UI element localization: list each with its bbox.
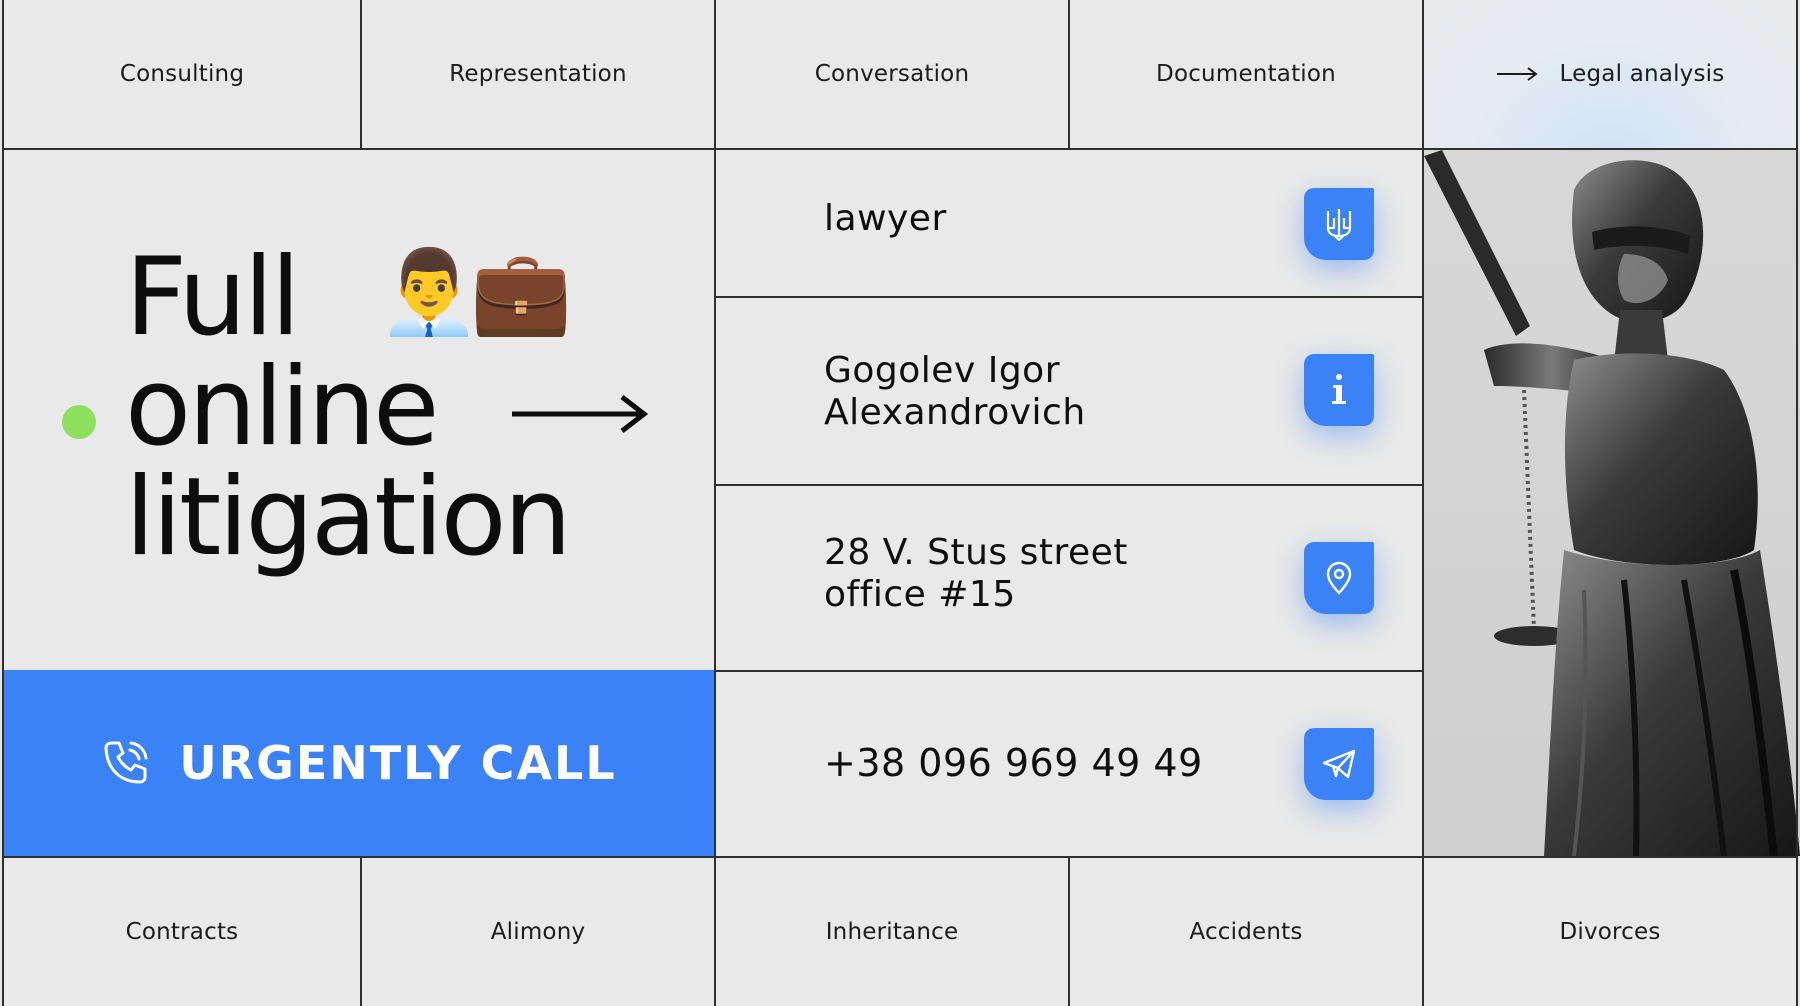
phone-icon [101,737,153,789]
lady-justice-statue-image [1424,150,1800,856]
grid-divider [360,856,362,1006]
hero-title-line-1: Full [125,235,301,360]
briefcase-emoji-icon: 💼 [470,245,573,340]
profession-text: lawyer [824,198,947,239]
grid-divider [1068,0,1070,148]
status-dot [62,405,96,439]
nav-item-label: Consulting [119,61,245,87]
nav-item-alimony[interactable]: Alimony [362,858,714,1006]
info-row-profession: lawyer [716,150,1422,296]
nav-item-label: Alimony [490,919,586,945]
grid-divider [714,296,1424,298]
grid-divider [714,670,1424,672]
nav-item-conversation[interactable]: Conversation [716,0,1068,148]
nav-item-contracts[interactable]: Contracts [4,858,360,1006]
grid-divider [714,484,1424,486]
trident-icon[interactable] [1304,188,1374,260]
urgently-call-button[interactable]: URGENTLY CALL [4,670,714,856]
grid-divider [1068,856,1070,1006]
info-row-phone: +38 096 969 49 49 [716,672,1422,856]
nav-item-legal-analysis[interactable]: Legal analysis [1424,0,1796,148]
grid-divider [2,148,1798,150]
urgently-call-label: URGENTLY CALL [179,736,617,790]
nav-item-label: Inheritance [825,919,959,945]
info-row-name: Gogolev Igor Alexandrovich [716,298,1422,484]
hero-panel: Full 👨‍💼 💼 online litigation [4,150,714,670]
address-line-1: 28 V. Stus street [824,532,1128,573]
location-pin-icon[interactable] [1304,542,1374,614]
grid-divider [2,856,1798,858]
info-icon[interactable] [1304,354,1374,426]
hero-title-line-3: litigation [125,455,572,580]
businessman-emoji-icon: 👨‍💼 [378,245,481,340]
phone-number-text: +38 096 969 49 49 [824,741,1203,785]
nav-item-label: Accidents [1189,919,1303,945]
send-icon[interactable] [1304,728,1374,800]
nav-item-documentation[interactable]: Documentation [1070,0,1422,148]
legal-services-banner: Consulting Representation Conversation D… [0,0,1800,1006]
nav-item-label: Conversation [814,61,970,87]
nav-item-label: Contracts [125,919,239,945]
grid-divider [360,0,362,148]
nav-item-label: Representation [449,61,627,87]
nav-item-divorces[interactable]: Divorces [1424,858,1796,1006]
nav-item-representation[interactable]: Representation [362,0,714,148]
nav-item-label: Divorces [1559,919,1661,945]
lawyer-name-line-1: Gogolev Igor [824,350,1060,391]
hero-title-line-2: online [125,345,439,470]
address-line-2: office #15 [824,574,1016,615]
nav-item-consulting[interactable]: Consulting [4,0,360,148]
arrow-right-icon [1496,67,1538,81]
info-row-address: 28 V. Stus street office #15 [716,486,1422,670]
lawyer-name-line-2: Alexandrovich [824,392,1086,433]
nav-item-label: Documentation [1156,61,1336,87]
nav-item-label: Legal analysis [1559,61,1725,87]
nav-item-inheritance[interactable]: Inheritance [716,858,1068,1006]
long-arrow-right-icon [510,394,649,438]
nav-item-accidents[interactable]: Accidents [1070,858,1422,1006]
